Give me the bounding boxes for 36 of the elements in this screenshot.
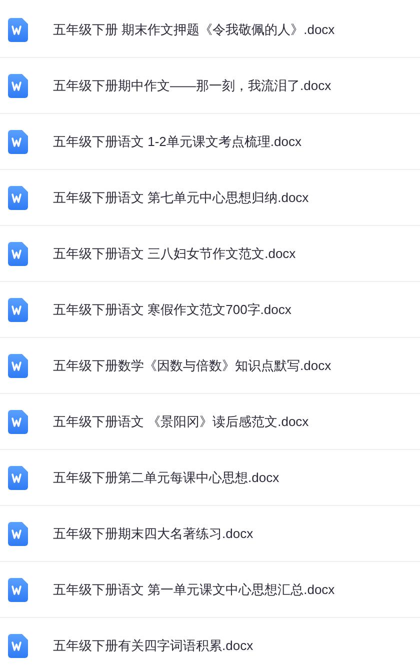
file-row[interactable]: 五年级下册数学《因数与倍数》知识点默写.docx — [0, 338, 420, 394]
word-file-icon — [8, 634, 28, 658]
word-file-icon — [8, 466, 28, 490]
word-file-icon — [8, 578, 28, 602]
file-name: 五年级下册第二单元每课中心思想.docx — [53, 468, 280, 487]
file-name: 五年级下册期中作文——那一刻，我流泪了.docx — [53, 76, 332, 95]
file-row[interactable]: 五年级下册第二单元每课中心思想.docx — [0, 450, 420, 506]
file-row[interactable]: 五年级下册期中作文——那一刻，我流泪了.docx — [0, 58, 420, 114]
file-name: 五年级下册语文 《景阳冈》读后感范文.docx — [53, 412, 309, 431]
file-row[interactable]: 五年级下册语文 第七单元中心思想归纳.docx — [0, 170, 420, 226]
file-row[interactable]: 五年级下册有关四字词语积累.docx — [0, 618, 420, 665]
file-row[interactable]: 五年级下册语文 《景阳冈》读后感范文.docx — [0, 394, 420, 450]
word-file-icon — [8, 522, 28, 546]
word-file-icon — [8, 410, 28, 434]
word-file-icon — [8, 74, 28, 98]
file-name: 五年级下册期末四大名著练习.docx — [53, 524, 254, 543]
file-row[interactable]: 五年级下册语文 1-2单元课文考点梳理.docx — [0, 114, 420, 170]
file-name: 五年级下册语文 第七单元中心思想归纳.docx — [53, 188, 309, 207]
file-row[interactable]: 五年级下册语文 寒假作文范文700字.docx — [0, 282, 420, 338]
file-row[interactable]: 五年级下册 期末作文押题《令我敬佩的人》.docx — [0, 2, 420, 58]
file-row[interactable]: 五年级下册语文 三八妇女节作文范文.docx — [0, 226, 420, 282]
file-name: 五年级下册语文 第一单元课文中心思想汇总.docx — [53, 580, 335, 599]
word-file-icon — [8, 130, 28, 154]
file-row[interactable]: 五年级下册语文 第一单元课文中心思想汇总.docx — [0, 562, 420, 618]
word-file-icon — [8, 242, 28, 266]
file-name: 五年级下册语文 三八妇女节作文范文.docx — [53, 244, 296, 263]
word-file-icon — [8, 186, 28, 210]
file-name: 五年级下册数学《因数与倍数》知识点默写.docx — [53, 356, 332, 375]
word-file-icon — [8, 298, 28, 322]
file-name: 五年级下册语文 1-2单元课文考点梳理.docx — [53, 132, 302, 151]
word-file-icon — [8, 354, 28, 378]
word-file-icon — [8, 18, 28, 42]
file-name: 五年级下册语文 寒假作文范文700字.docx — [53, 300, 292, 319]
file-row[interactable]: 五年级下册期末四大名著练习.docx — [0, 506, 420, 562]
file-name: 五年级下册有关四字词语积累.docx — [53, 636, 254, 655]
file-name: 五年级下册 期末作文押题《令我敬佩的人》.docx — [53, 20, 335, 39]
